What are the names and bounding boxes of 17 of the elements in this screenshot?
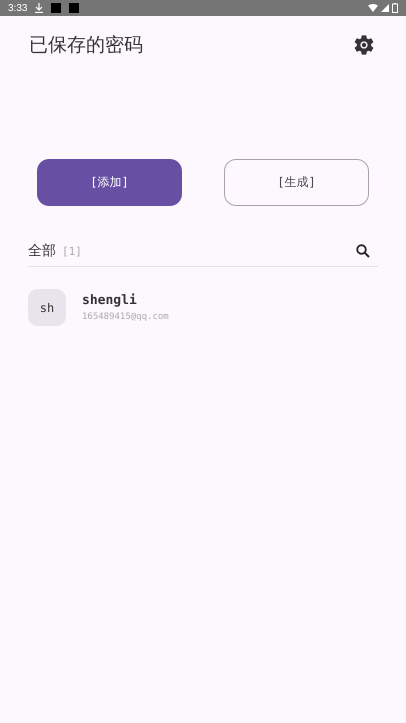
filter-label[interactable]: 全部 bbox=[28, 242, 56, 260]
generate-button[interactable]: [生成] bbox=[224, 159, 369, 206]
wifi-icon bbox=[368, 4, 378, 12]
notification-icon bbox=[51, 3, 62, 13]
settings-icon[interactable] bbox=[352, 33, 376, 57]
entry-name[interactable]: shengli bbox=[82, 293, 169, 308]
signal-icon bbox=[381, 4, 389, 12]
entry-account: 165489415@qq.com bbox=[82, 312, 169, 322]
item-count: [1] bbox=[62, 244, 82, 258]
search-icon[interactable] bbox=[356, 244, 370, 258]
notification-icon bbox=[69, 3, 80, 13]
page-title: 已保存的密码 bbox=[29, 33, 144, 58]
add-button[interactable]: [添加] bbox=[37, 159, 182, 206]
download-icon bbox=[35, 3, 44, 13]
status-time: 3:33 bbox=[8, 2, 28, 14]
battery-icon bbox=[392, 3, 398, 13]
avatar: sh bbox=[28, 289, 66, 326]
